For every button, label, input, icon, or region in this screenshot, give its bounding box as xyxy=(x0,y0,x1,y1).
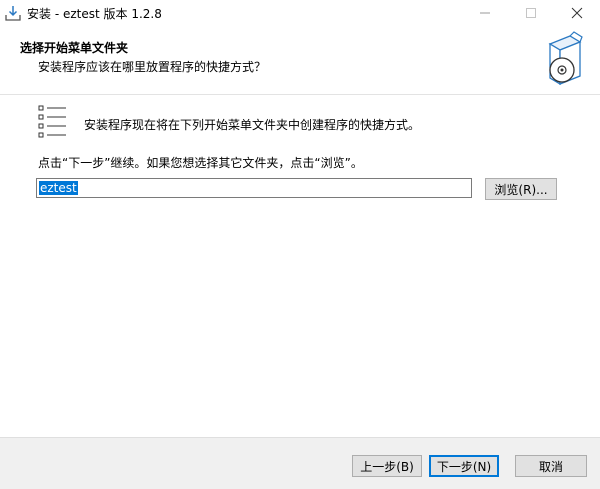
close-icon xyxy=(571,7,583,19)
cancel-button[interactable]: 取消 xyxy=(515,455,587,477)
software-box-icon xyxy=(548,31,583,86)
maximize-icon xyxy=(526,8,536,18)
page-title: 选择开始菜单文件夹 xyxy=(20,41,129,55)
minimize-icon xyxy=(480,12,490,14)
description-text: 安装程序现在将在下列开始菜单文件夹中创建程序的快捷方式。 xyxy=(84,118,421,132)
next-button[interactable]: 下一步(N) xyxy=(429,455,499,477)
browse-button[interactable]: 浏览(R)... xyxy=(485,178,557,200)
back-button[interactable]: 上一步(B) xyxy=(352,455,422,477)
hint-text: 点击“下一步”继续。如果您想选择其它文件夹，点击“浏览”。 xyxy=(38,156,363,170)
wizard-header: 选择开始菜单文件夹 安装程序应该在哪里放置程序的快捷方式？ xyxy=(0,26,600,95)
start-menu-list-icon xyxy=(38,105,66,138)
footer-bar xyxy=(0,437,600,489)
folder-value: eztest xyxy=(39,181,78,195)
maximize-button[interactable] xyxy=(508,0,554,26)
page-subtitle: 安装程序应该在哪里放置程序的快捷方式？ xyxy=(38,60,267,74)
installer-icon xyxy=(5,6,21,21)
title-bar: 安装 - eztest 版本 1.2.8 xyxy=(0,0,600,26)
close-button[interactable] xyxy=(554,0,600,26)
start-menu-folder-input[interactable]: eztest xyxy=(36,178,472,198)
minimize-button[interactable] xyxy=(462,0,508,26)
window-title: 安装 - eztest 版本 1.2.8 xyxy=(27,7,162,21)
